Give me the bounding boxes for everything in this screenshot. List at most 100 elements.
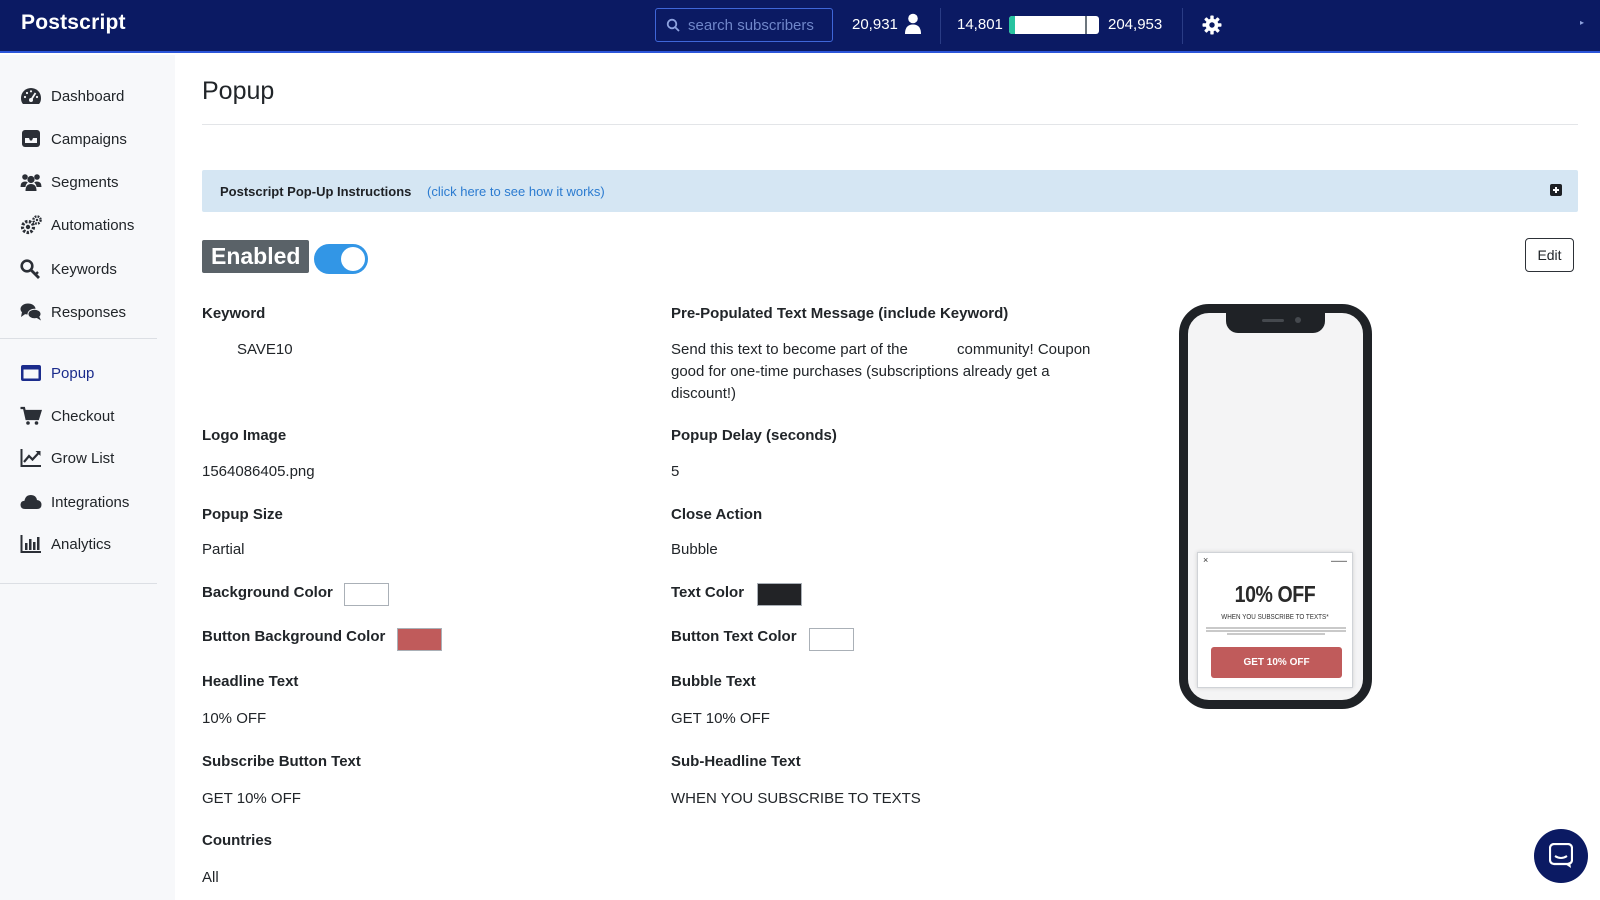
logo-image-label: Logo Image [202,427,287,444]
search-input[interactable]: search subscribers [688,17,814,34]
headline-text-value: 10% OFF [202,710,267,727]
instructions-panel[interactable]: Postscript Pop-Up Instructions (click he… [202,170,1578,212]
usage-progress-marker [1085,16,1087,34]
brand-logo[interactable]: Postscript [21,11,126,35]
chat-launcher-button[interactable] [1534,829,1588,883]
chart-line-icon [20,449,41,467]
sidebar-item-label: Checkout [51,408,115,425]
key-icon [20,259,40,279]
divider [1182,8,1183,44]
expand-plus-icon[interactable] [1550,184,1562,196]
sidebar-item-label: Integrations [51,494,130,511]
button-background-color-swatch [397,628,442,651]
sidebar-item-responses[interactable]: Responses [0,296,175,330]
sidebar-item-dashboard[interactable]: Dashboard [0,80,175,114]
sidebar: Dashboard Campaigns Segments Automations [0,55,175,900]
button-text-color-swatch [809,628,854,651]
keyword-label: Keyword [202,305,266,322]
sidebar-item-checkout[interactable]: Checkout [0,400,175,434]
sidebar-item-keywords[interactable]: Keywords [0,253,175,287]
phone-speaker [1262,319,1284,322]
bar-chart-icon [20,535,41,553]
account-caret-icon[interactable]: ▸ [1580,18,1584,27]
sidebar-item-label: Popup [51,365,95,382]
phone-notch [1226,311,1325,333]
sidebar-divider [0,338,157,339]
subscribe-button-text-label: Subscribe Button Text [202,753,361,770]
title-divider [202,124,1578,125]
popup-preview-button: GET 10% OFF [1211,647,1342,678]
sidebar-item-label: Analytics [51,536,112,553]
subscribe-button-text-value: GET 10% OFF [202,790,301,807]
enabled-toggle[interactable] [314,244,368,274]
sidebar-item-label: Responses [51,304,127,321]
instructions-title: Postscript Pop-Up Instructions [220,184,412,199]
usage-limit: 204,953 [1108,16,1163,33]
sidebar-item-analytics[interactable]: Analytics [0,528,175,562]
chat-icon [1549,843,1573,868]
subheadline-text-label: Sub-Headline Text [671,753,801,770]
background-color-swatch [344,583,389,606]
cloud-icon [20,495,42,509]
sidebar-item-label: Grow List [51,450,115,467]
popup-preview-headline: 10% OFF [1234,581,1316,607]
search-box[interactable]: search subscribers [655,8,833,42]
prepopulated-text-line1: Send this text to become part of the [671,341,908,358]
usage-progress-fill [1009,16,1016,34]
sidebar-divider [0,583,157,584]
popup-preview-subheadline: WHEN YOU SUBSCRIBE TO TEXTS* [1221,614,1329,621]
instructions-link[interactable]: (click here to see how it works) [427,184,605,199]
top-navbar: Postscript search subscribers 20,931 14,… [0,0,1600,53]
sidebar-item-automations[interactable]: Automations [0,209,175,243]
segments-icon [20,174,42,191]
powered-by-mark: ▬▬▬▬ [1331,558,1347,563]
countries-label: Countries [202,832,273,849]
campaigns-icon [22,130,40,147]
phone-camera [1295,317,1301,323]
search-icon [666,18,680,32]
page-title: Popup [202,77,275,105]
text-color-label: Text Color [671,584,745,601]
sidebar-item-label: Automations [51,217,135,234]
subscriber-count: 20,931 [852,16,898,33]
prepopulated-text-line3: discount!) [671,385,737,402]
responses-icon [20,303,42,321]
sidebar-item-integrations[interactable]: Integrations [0,486,175,520]
countries-value: All [202,869,219,886]
edit-button[interactable]: Edit [1525,238,1574,272]
keyword-value: SAVE10 [237,341,293,358]
sidebar-item-segments[interactable]: Segments [0,166,175,200]
automations-icon [20,215,42,235]
user-icon[interactable] [904,13,922,35]
background-color-label: Background Color [202,584,333,601]
close-icon: × [1203,555,1209,565]
button-text-color-label: Button Text Color [671,628,797,645]
usage-progress-bar [1009,16,1099,34]
sidebar-item-label: Dashboard [51,88,125,105]
bubble-text-value: GET 10% OFF [671,710,770,727]
headline-text-label: Headline Text [202,673,299,690]
usage-current: 14,801 [957,16,1003,33]
popup-preview: × ▬▬▬▬ 10% OFF WHEN YOU SUBSCRIBE TO TEX… [1197,552,1353,688]
prepopulated-text-line1b: community! Coupon [957,341,1091,358]
popup-delay-label: Popup Delay (seconds) [671,427,837,444]
popup-icon [21,365,41,381]
popup-delay-value: 5 [671,463,680,480]
sidebar-item-campaigns[interactable]: Campaigns [0,123,175,157]
dashboard-icon [21,88,41,104]
text-color-swatch [757,583,802,606]
sidebar-item-label: Keywords [51,261,117,278]
toggle-knob [341,247,365,271]
prepopulated-text-line2: good for one-time purchases (subscriptio… [671,363,1050,380]
sidebar-item-grow-list[interactable]: Grow List [0,442,175,476]
status-badge: Enabled [202,240,310,273]
close-action-label: Close Action [671,506,763,523]
cart-icon [20,406,42,425]
popup-preview-fine-print [1206,626,1346,638]
sidebar-item-label: Segments [51,174,119,191]
close-action-value: Bubble [671,541,718,558]
sidebar-item-popup[interactable]: Popup [0,357,175,391]
logo-image-value: 1564086405.png [202,463,315,480]
gear-icon[interactable] [1202,15,1222,35]
prepopulated-text-label: Pre-Populated Text Message (include Keyw… [671,305,1009,322]
